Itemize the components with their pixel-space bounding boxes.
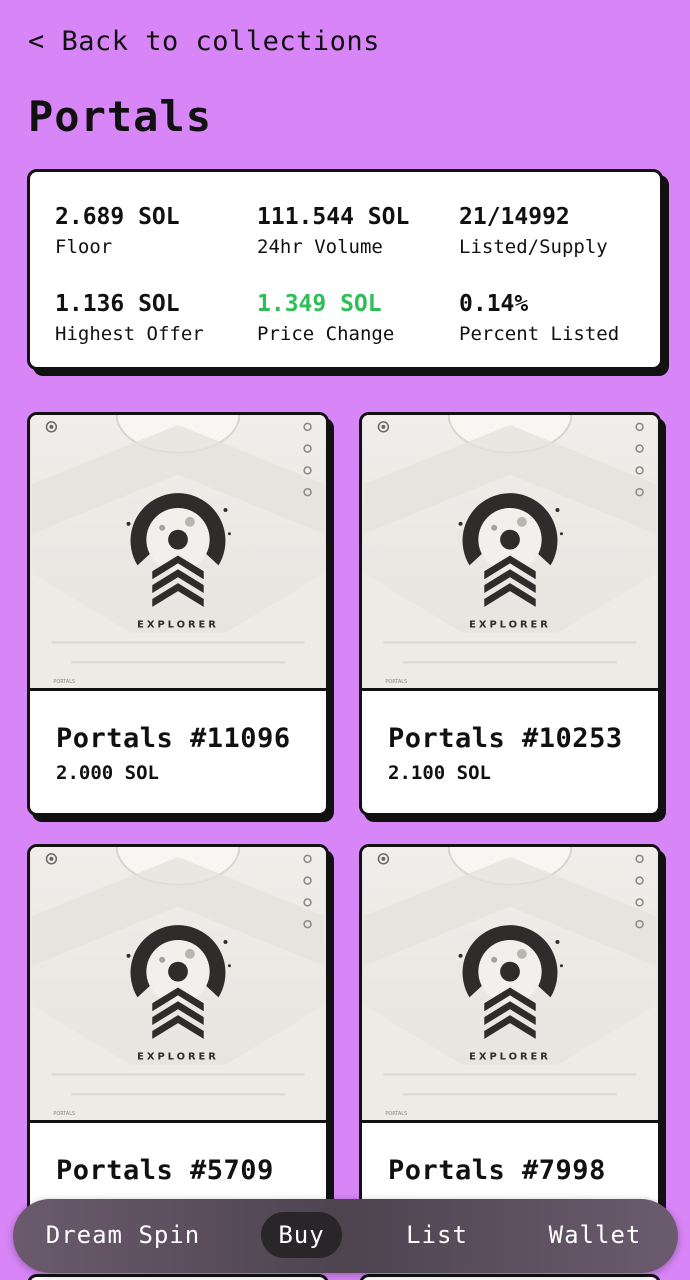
nft-image: EXPLORER PORTALS	[362, 415, 658, 691]
stat-value: 111.544 SOL	[257, 204, 410, 230]
nft-card[interactable]: EXPLORER PORTALS Portals #7998	[359, 844, 661, 1248]
nft-name: Portals #10253	[388, 723, 623, 754]
svg-text:PORTALS: PORTALS	[53, 679, 75, 685]
nft-card[interactable]: EXPLORER PORTALS Portals #5709	[27, 844, 329, 1248]
svg-text:EXPLORER: EXPLORER	[137, 620, 219, 631]
collection-stats-card: 2.689 SOL Floor 111.544 SOL 24hr Volume …	[27, 169, 663, 370]
stat-label: 24hr Volume	[257, 236, 383, 258]
nft-price: 2.100 SOL	[388, 762, 491, 784]
stat-value: 21/14992	[459, 204, 570, 230]
stat-label: Percent Listed	[459, 323, 620, 345]
svg-text:EXPLORER: EXPLORER	[469, 1052, 551, 1063]
stat-label: Highest Offer	[55, 323, 204, 345]
svg-text:PORTALS: PORTALS	[385, 1111, 407, 1117]
nft-card[interactable]: EXPLORER PORTALS Portals #11096 2.000 SO…	[27, 412, 329, 816]
nav-buy[interactable]: Buy	[261, 1212, 342, 1258]
svg-text:PORTALS: PORTALS	[385, 679, 407, 685]
svg-text:EXPLORER: EXPLORER	[469, 620, 551, 631]
stat-listed-supply: 21/14992 Listed/Supply	[459, 204, 608, 258]
nft-name: Portals #11096	[56, 723, 291, 754]
stat-label: Price Change	[257, 323, 395, 345]
nft-image: EXPLORER PORTALS	[30, 847, 326, 1123]
stat-24hr-volume: 111.544 SOL 24hr Volume	[257, 204, 409, 258]
stat-floor: 2.689 SOL Floor	[55, 204, 180, 258]
nft-price: 2.000 SOL	[56, 762, 159, 784]
stat-highest-offer: 1.136 SOL Highest Offer	[55, 291, 204, 345]
stat-percent-listed: 0.14% Percent Listed	[459, 291, 619, 345]
stat-value: 1.136 SOL	[55, 291, 180, 317]
nft-card[interactable]: EXPLORER PORTALS Portals #10253 2.100 SO…	[359, 412, 661, 816]
nft-card-peek	[359, 1274, 661, 1280]
nft-card-peek	[27, 1274, 329, 1280]
stat-label: Floor	[55, 236, 113, 258]
page-title: Portals	[28, 92, 213, 141]
stat-value: 2.689 SOL	[55, 204, 180, 230]
bottom-nav: Dream Spin Buy List Wallet	[13, 1199, 678, 1273]
nav-dream-spin[interactable]: Dream Spin	[39, 1212, 207, 1258]
svg-text:PORTALS: PORTALS	[53, 1111, 75, 1117]
nft-image: EXPLORER PORTALS	[30, 415, 326, 691]
stat-value: 1.349 SOL	[257, 291, 382, 317]
nft-name: Portals #7998	[388, 1155, 606, 1186]
stat-price-change: 1.349 SOL Price Change	[257, 291, 394, 345]
nft-image: EXPLORER PORTALS	[362, 847, 658, 1123]
back-to-collections-link[interactable]: < Back to collections	[28, 26, 380, 57]
stat-value: 0.14%	[459, 291, 529, 317]
nav-wallet[interactable]: Wallet	[539, 1212, 651, 1258]
svg-text:EXPLORER: EXPLORER	[137, 1052, 219, 1063]
stat-label: Listed/Supply	[459, 236, 608, 258]
nft-name: Portals #5709	[56, 1155, 274, 1186]
nav-list[interactable]: List	[397, 1212, 477, 1258]
